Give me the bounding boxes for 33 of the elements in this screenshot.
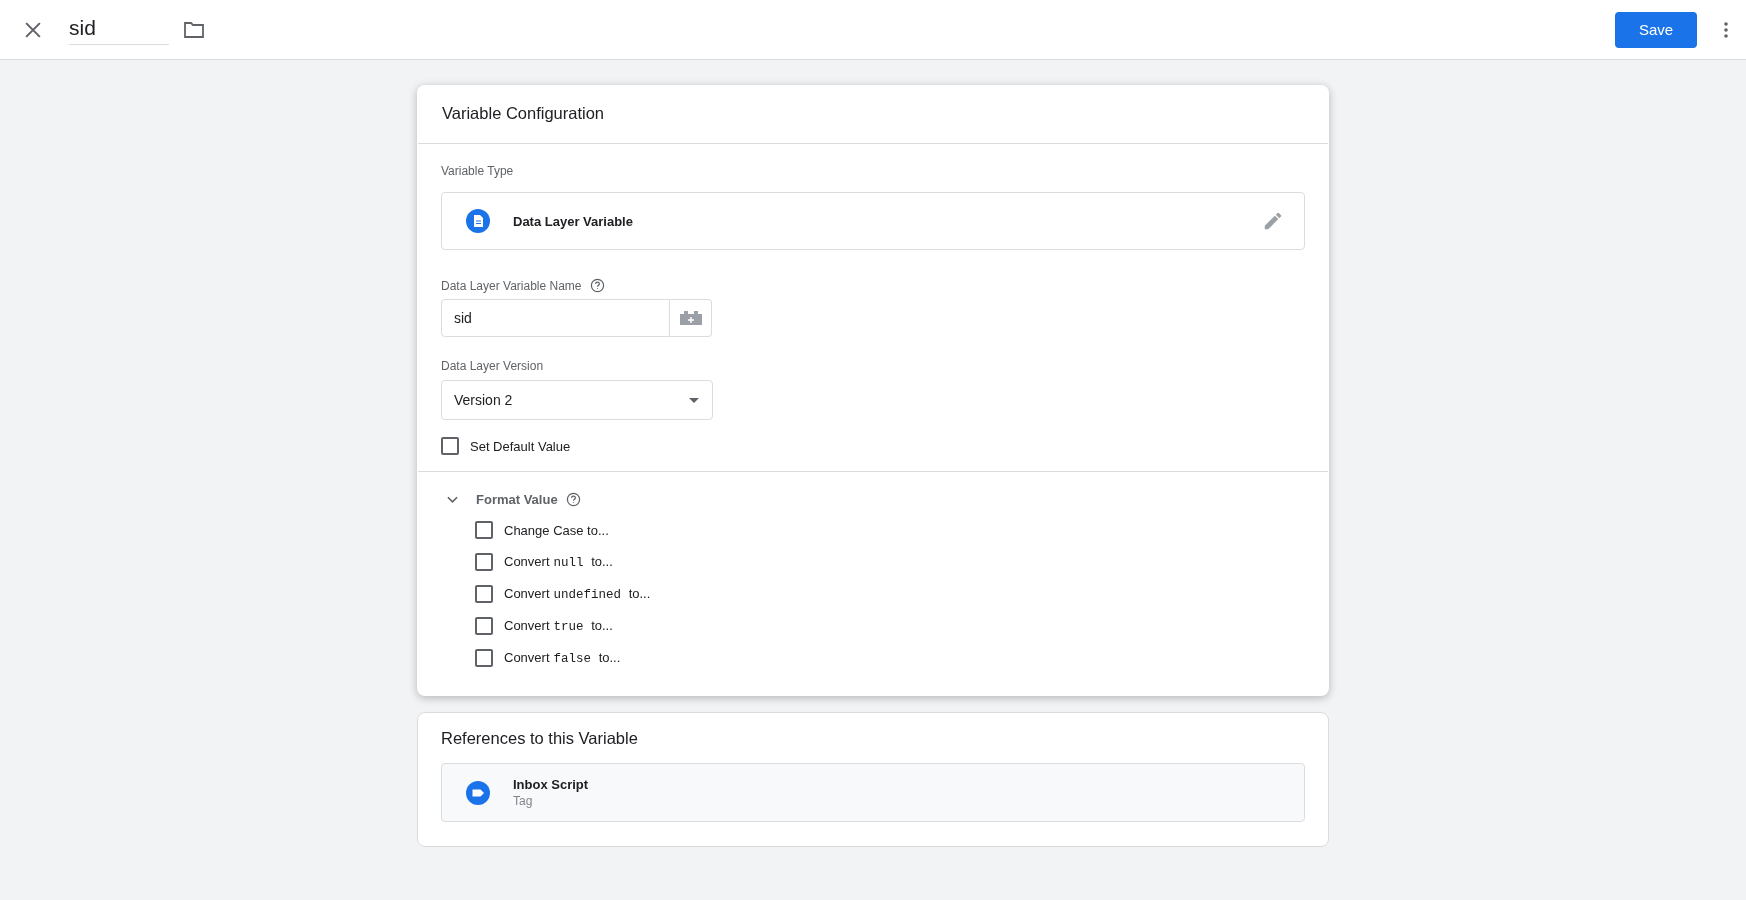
variable-picker-button[interactable] bbox=[670, 299, 712, 337]
field-label: Data Layer Version bbox=[441, 359, 545, 373]
field-label: Data Layer Variable Name bbox=[441, 278, 582, 293]
variable-name-field[interactable]: sid bbox=[441, 299, 670, 337]
format-option-checkbox[interactable]: Change Case to... bbox=[475, 521, 609, 539]
variable-type-name: Data Layer Variable bbox=[513, 213, 634, 229]
brick-icon bbox=[678, 310, 703, 326]
chevron-icon[interactable] bbox=[447, 495, 458, 504]
folder-icon[interactable] bbox=[183, 20, 205, 39]
card-title: References to this Variable bbox=[441, 729, 639, 748]
default-value-checkbox[interactable]: Set Default Value bbox=[441, 437, 571, 455]
version-dropdown[interactable]: Version 2 bbox=[441, 380, 713, 420]
close-icon[interactable] bbox=[25, 21, 41, 38]
tag-icon bbox=[466, 780, 490, 805]
variable-type-selector[interactable]: Data Layer Variable bbox=[441, 192, 1305, 250]
help-icon[interactable] bbox=[565, 492, 581, 507]
more-icon[interactable] bbox=[1724, 21, 1728, 38]
section-label: Format Value bbox=[476, 492, 558, 507]
edit-icon[interactable] bbox=[1262, 210, 1284, 232]
save-button[interactable]: Save bbox=[1615, 11, 1697, 48]
document-icon bbox=[466, 209, 490, 233]
dropdown-arrow-icon bbox=[689, 397, 699, 403]
format-option-checkbox[interactable]: Convert null to... bbox=[475, 553, 613, 571]
reference-name: Inbox Script bbox=[513, 777, 589, 792]
format-option-checkbox[interactable]: Convert false to... bbox=[475, 649, 621, 667]
card-title: Variable Configuration bbox=[418, 86, 1328, 144]
reference-type: Tag bbox=[513, 794, 534, 808]
format-option-checkbox[interactable]: Convert undefined to... bbox=[475, 585, 651, 603]
format-option-checkbox[interactable]: Convert true to... bbox=[475, 617, 613, 635]
reference-item[interactable]: Inbox Script Tag bbox=[441, 763, 1305, 822]
help-icon[interactable] bbox=[589, 278, 605, 293]
name-field[interactable]: sid bbox=[69, 14, 169, 45]
field-label: Variable Type bbox=[441, 164, 515, 178]
